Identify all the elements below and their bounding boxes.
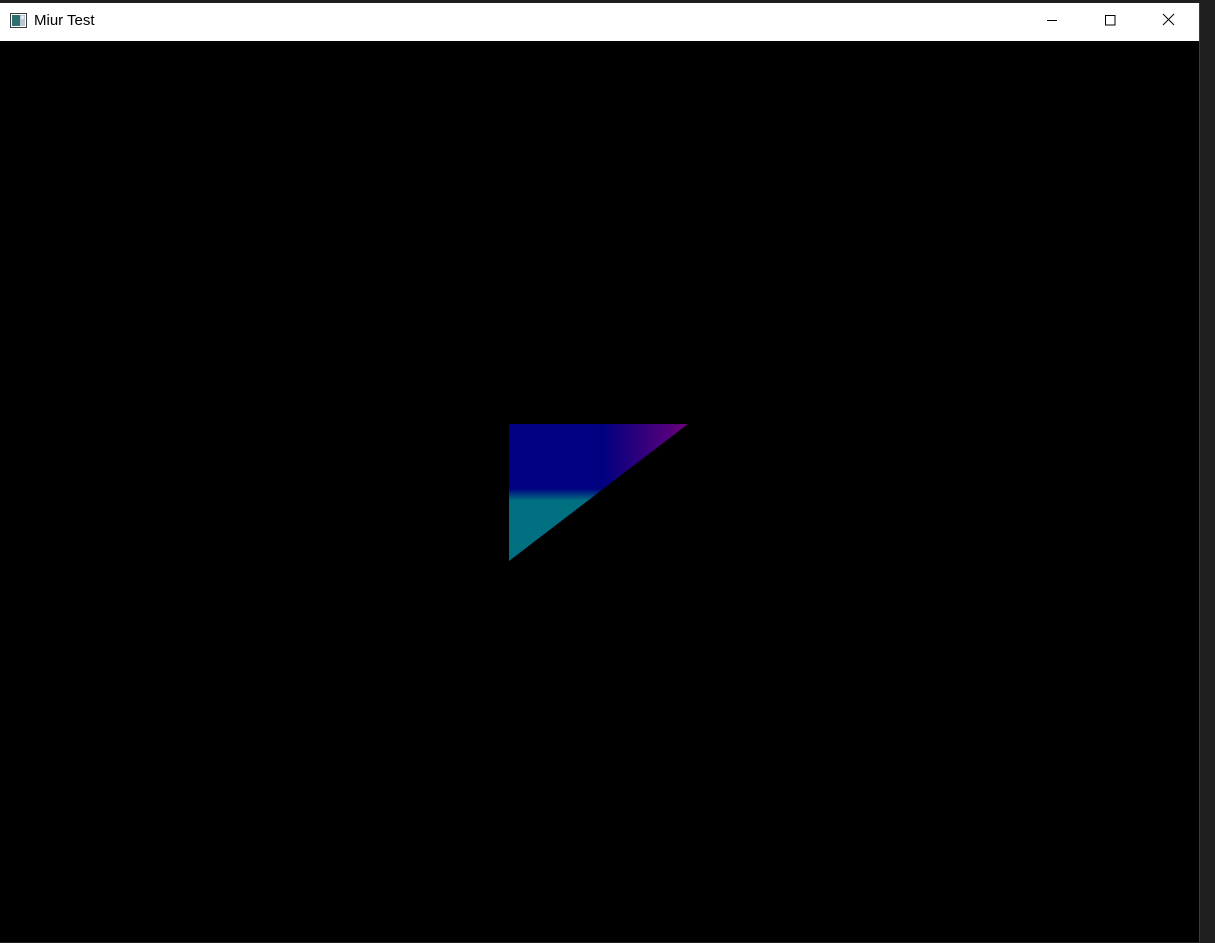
rendered-triangle-shade	[509, 424, 688, 561]
close-icon	[1162, 13, 1175, 31]
render-scene	[509, 424, 688, 561]
minimize-button[interactable]	[1023, 3, 1081, 41]
window-title: Miur Test	[34, 12, 95, 29]
close-button[interactable]	[1139, 3, 1197, 41]
maximize-button[interactable]	[1081, 3, 1139, 41]
title-bar[interactable]: Miur Test	[0, 3, 1199, 41]
maximize-icon	[1104, 13, 1116, 31]
minimize-icon	[1046, 13, 1058, 31]
render-viewport[interactable]	[0, 41, 1199, 942]
window-app-icon	[10, 13, 27, 28]
app-window: Miur Test	[0, 3, 1200, 942]
